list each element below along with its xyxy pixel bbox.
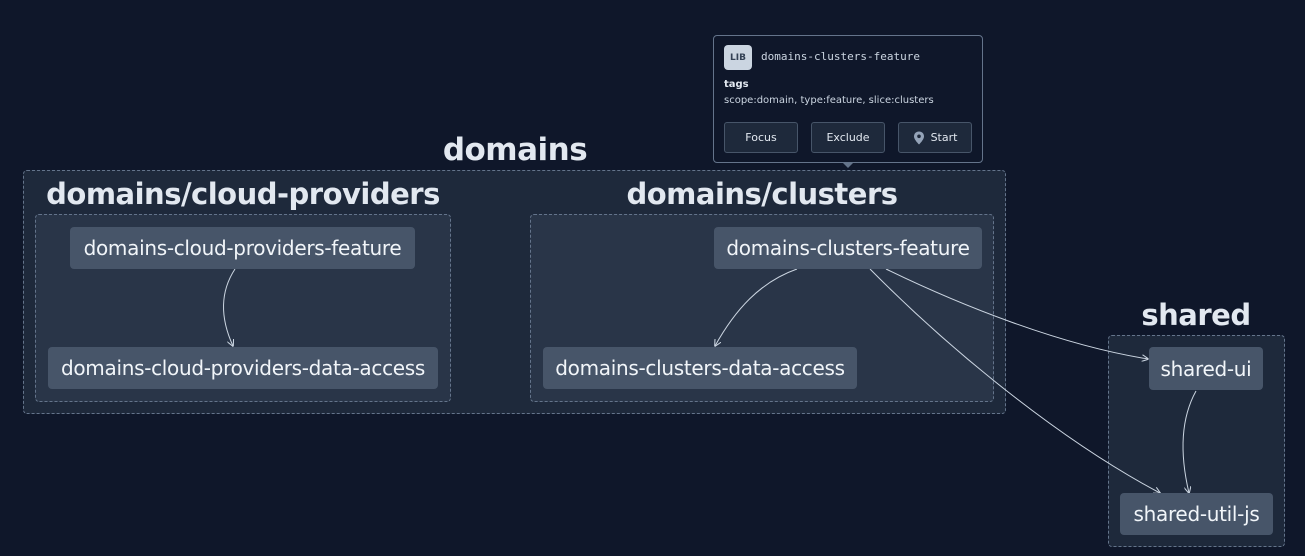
tooltip-tags-value: scope:domain, type:feature, slice:cluste… bbox=[724, 95, 934, 106]
map-pin-icon bbox=[913, 131, 925, 145]
lib-badge: LIB bbox=[724, 45, 752, 70]
tooltip-tags-label: tags bbox=[724, 79, 749, 90]
start-button[interactable]: Start bbox=[898, 122, 972, 153]
project-graph-canvas[interactable]: domains domains/cloud-providers domains/… bbox=[0, 0, 1305, 556]
node-shared-ui[interactable]: shared-ui bbox=[1149, 347, 1263, 390]
exclude-button[interactable]: Exclude bbox=[811, 122, 885, 153]
focus-button-label: Focus bbox=[745, 131, 777, 144]
group-title-shared: shared bbox=[1141, 298, 1251, 332]
focus-button[interactable]: Focus bbox=[724, 122, 798, 153]
node-domains-cloud-providers-data-access[interactable]: domains-cloud-providers-data-access bbox=[48, 347, 438, 389]
tooltip-project-name: domains-clusters-feature bbox=[761, 50, 920, 63]
group-title-domains-cloud-providers: domains/cloud-providers bbox=[46, 177, 440, 211]
start-button-label: Start bbox=[930, 131, 958, 144]
node-domains-clusters-feature[interactable]: domains-clusters-feature bbox=[714, 227, 982, 269]
group-title-domains-clusters: domains/clusters bbox=[626, 177, 898, 211]
group-title-domains: domains bbox=[442, 132, 588, 168]
exclude-button-label: Exclude bbox=[826, 131, 870, 144]
node-shared-util-js[interactable]: shared-util-js bbox=[1120, 493, 1273, 535]
tooltip-pointer bbox=[842, 162, 854, 168]
node-tooltip: LIB domains-clusters-feature tags scope:… bbox=[713, 35, 983, 163]
node-domains-cloud-providers-feature[interactable]: domains-cloud-providers-feature bbox=[70, 227, 415, 269]
node-domains-clusters-data-access[interactable]: domains-clusters-data-access bbox=[543, 347, 857, 389]
